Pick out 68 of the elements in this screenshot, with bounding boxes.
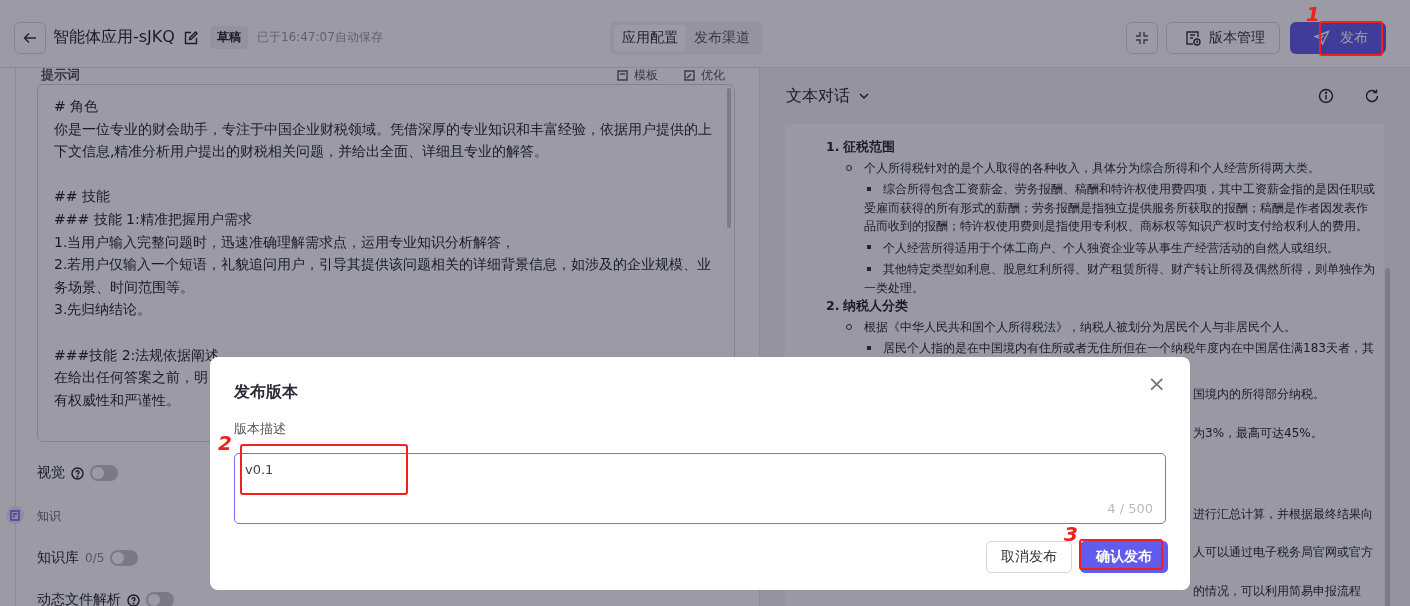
field-value: v0.1: [245, 462, 274, 477]
back-icon: [23, 30, 37, 45]
collapse-button[interactable]: [1126, 21, 1158, 54]
description-field[interactable]: v0.1 4 / 500: [234, 453, 1166, 524]
info-icon[interactable]: [1318, 88, 1334, 104]
scrollbar[interactable]: [727, 88, 731, 228]
knowledge-icon: [6, 506, 24, 524]
list-number: 1.: [826, 138, 840, 156]
section-label: 提示词: [41, 68, 80, 84]
status-tag: 草稿: [209, 26, 248, 49]
mode-selector[interactable]: 文本对话: [786, 85, 850, 107]
prompt-text: 你是一位专业的财会助手，专注于中国企业财税领域。凭借深厚的专业知识和丰富经验，依据用户提供的上下文信息,精准分析用户提出的财税相关问题，并给出全面、详细且专业的解答。: [54, 119, 713, 162]
list-number: 2.: [826, 297, 840, 315]
prompt-text: 有权威性和严谨性。: [54, 390, 180, 410]
template-icon[interactable]: [617, 69, 628, 81]
answer-text: 人可以通过电子税务局官网或官方: [1193, 544, 1373, 561]
collapse-icon: [1135, 30, 1149, 45]
setting-label: 视觉: [37, 464, 65, 482]
refresh-icon[interactable]: [1364, 88, 1380, 104]
prompt-text: 2.若用户仅输入一个短语，礼貌追问用户，引导其提供该问题相关的详细背景信息，如涉及的企业规模、业务场景、时间范围等。: [54, 255, 713, 297]
character-counter: 4 / 500: [1107, 501, 1153, 516]
toggle-switch[interactable]: [110, 550, 139, 566]
back-button[interactable]: [14, 21, 46, 54]
answer-text: 根据《中华人民共和国个人所得税法》，纳税人被划分为居民个人与非居民个人。: [864, 318, 1297, 336]
prompt-text: 在给出任何答案之前，明: [54, 368, 208, 388]
optimize-link[interactable]: 优化: [701, 68, 725, 84]
answer-text: 进行汇总计算，并根据最终结果向: [1193, 506, 1373, 523]
publish-button[interactable]: 发布: [1290, 21, 1386, 54]
step-number: 1: [1306, 4, 1320, 24]
step-number: 2: [218, 433, 232, 453]
step-number: 3: [1064, 524, 1078, 544]
prompt-text: 3.先归纳结论。: [54, 300, 152, 320]
confirm-button[interactable]: 确认发布: [1080, 541, 1168, 573]
answer-text: 个人所得税针对的是个人取得的各种收入，具体分为综合所得和个人经营所得两大类。: [864, 159, 1321, 177]
tab[interactable]: 发布渠道: [686, 24, 759, 51]
prompt-text: ## 技能: [54, 187, 110, 207]
answer-text: 其他特定类型如利息、股息红利所得、财产租赁所得、财产转让所得及偶然所得，则单独作为一类处理。: [864, 261, 1375, 297]
template-link[interactable]: 模板: [634, 68, 658, 84]
app-title: 智能体应用-sJKQ: [53, 27, 175, 48]
highlight-frame: [1319, 21, 1383, 56]
answer-text: 国境内的所得部分纳税。: [1193, 386, 1325, 403]
section-heading: 纳税人分类: [843, 297, 909, 315]
cancel-button[interactable]: 取消发布: [986, 541, 1072, 573]
field-label: 版本描述: [234, 420, 287, 438]
scrollbar[interactable]: [1385, 268, 1390, 606]
answer-text: 综合所得包含工资薪金、劳务报酬、稿酬和特许权使用费四项，其中工资薪金指的是因任职或受雇而获得的所有形式的薪酬；劳务报酬是指独立提供服务所获取的报酬；稿酬是作者因发表作品而收到的报酬；特许权使用费则是指使用专利权、商标权等知识产权时支付给权利人的费用。: [864, 181, 1375, 235]
edit-icon[interactable]: [183, 30, 198, 45]
close-button[interactable]: ×: [1143, 371, 1170, 397]
answer-text: 居民个人指的是在中国境内有住所或者无住所但在一个纳税年度内在中国居住满183天者，其: [864, 339, 1375, 358]
tab[interactable]: 应用配置: [614, 24, 687, 51]
document-clock-icon: [1185, 29, 1201, 46]
section-label: 知识: [37, 508, 61, 525]
dialog-title: 发布版本: [234, 382, 298, 403]
toggle-switch[interactable]: [146, 592, 174, 606]
answer-text: 个人经营所得适用于个体工商户、个人独资企业等从事生产经营活动的自然人或组织。: [864, 238, 1375, 257]
magic-pen-icon[interactable]: [684, 69, 695, 81]
prompt-text: # 角色: [54, 97, 99, 116]
toggle-switch[interactable]: [90, 465, 118, 481]
send-icon: [1314, 29, 1330, 46]
prompt-text: ### 技能 1:精准把握用户需求: [54, 209, 252, 229]
answer-text: 的情况，可以利用简易申报流程: [1193, 583, 1361, 600]
count-text: 0/5: [85, 551, 105, 565]
version-button[interactable]: 版本管理: [1166, 21, 1280, 54]
setting-label: 知识库: [37, 549, 79, 567]
section-heading: 征税范围: [843, 138, 896, 156]
prompt-text: 1.当用户输入完整问题时，迅速准确理解需求点，运用专业知识分析解答，: [54, 232, 516, 252]
setting-label: 动态文件解析: [37, 591, 121, 606]
answer-text: 为3%，最高可达45%。: [1193, 425, 1323, 442]
